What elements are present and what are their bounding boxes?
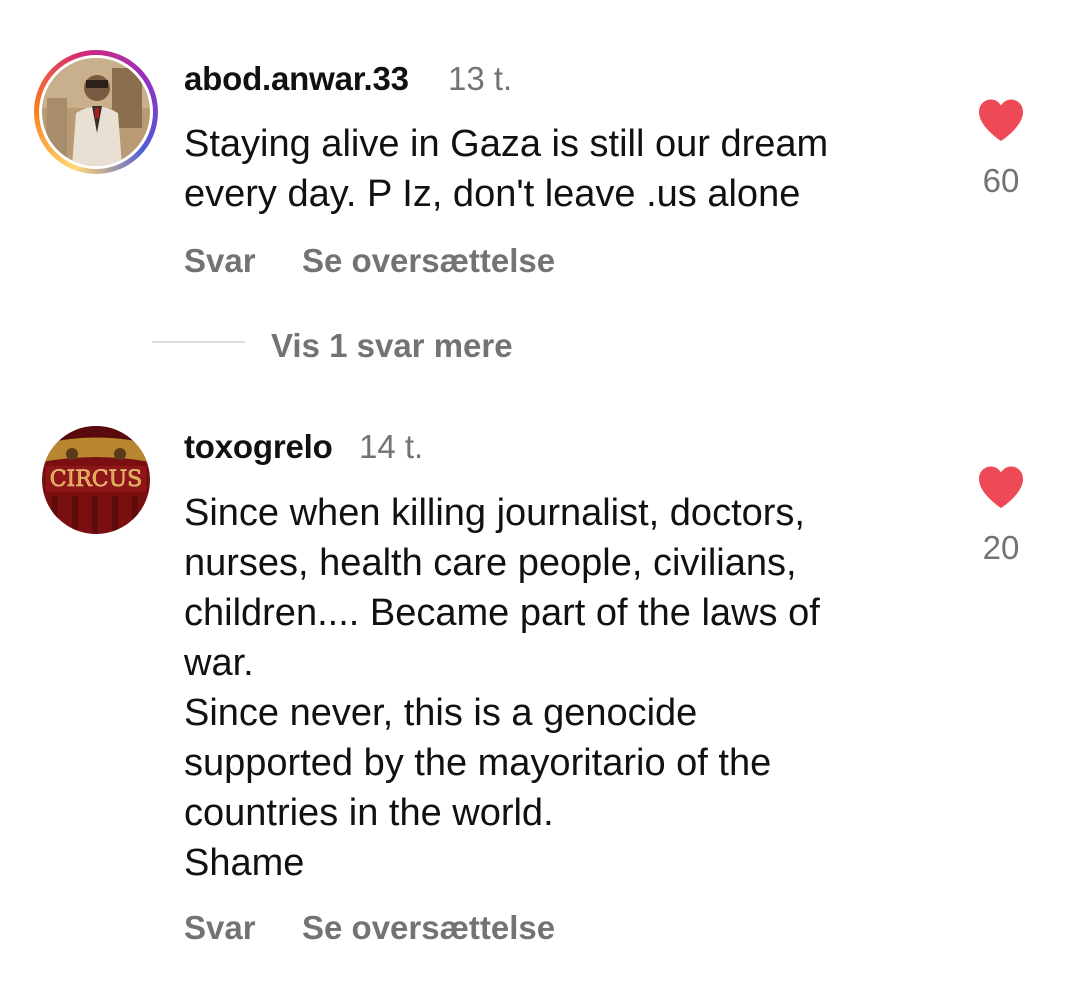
- comment-timestamp: 13 t.: [448, 60, 513, 97]
- like-count: 20: [982, 529, 1020, 566]
- view-more-replies-button[interactable]: Vis 1 svar mere: [271, 327, 513, 365]
- replies-divider: [152, 341, 245, 343]
- comment-timestamp: 14 t.: [359, 428, 424, 465]
- comment-username[interactable]: toxogrelo: [184, 428, 333, 466]
- heart-icon[interactable]: [977, 465, 1025, 509]
- reply-button[interactable]: Svar: [184, 242, 256, 280]
- comment-text: Since when killing journalist, doctors, …: [184, 492, 820, 884]
- avatar[interactable]: CIRCUS: [42, 426, 150, 534]
- reply-button[interactable]: Svar: [184, 909, 256, 947]
- like-count: 60: [982, 162, 1020, 199]
- avatar-image: CIRCUS: [42, 426, 150, 534]
- comment-text: Staying alive in Gaza is still our dream…: [184, 123, 829, 215]
- avatar-image: [42, 58, 150, 166]
- avatar[interactable]: [42, 58, 150, 166]
- comment-username[interactable]: abod.anwar.33: [184, 60, 409, 98]
- heart-icon[interactable]: [977, 98, 1025, 142]
- see-translation-button[interactable]: Se oversættelse: [302, 909, 555, 947]
- svg-text:CIRCUS: CIRCUS: [50, 467, 143, 492]
- see-translation-button[interactable]: Se oversættelse: [302, 242, 555, 280]
